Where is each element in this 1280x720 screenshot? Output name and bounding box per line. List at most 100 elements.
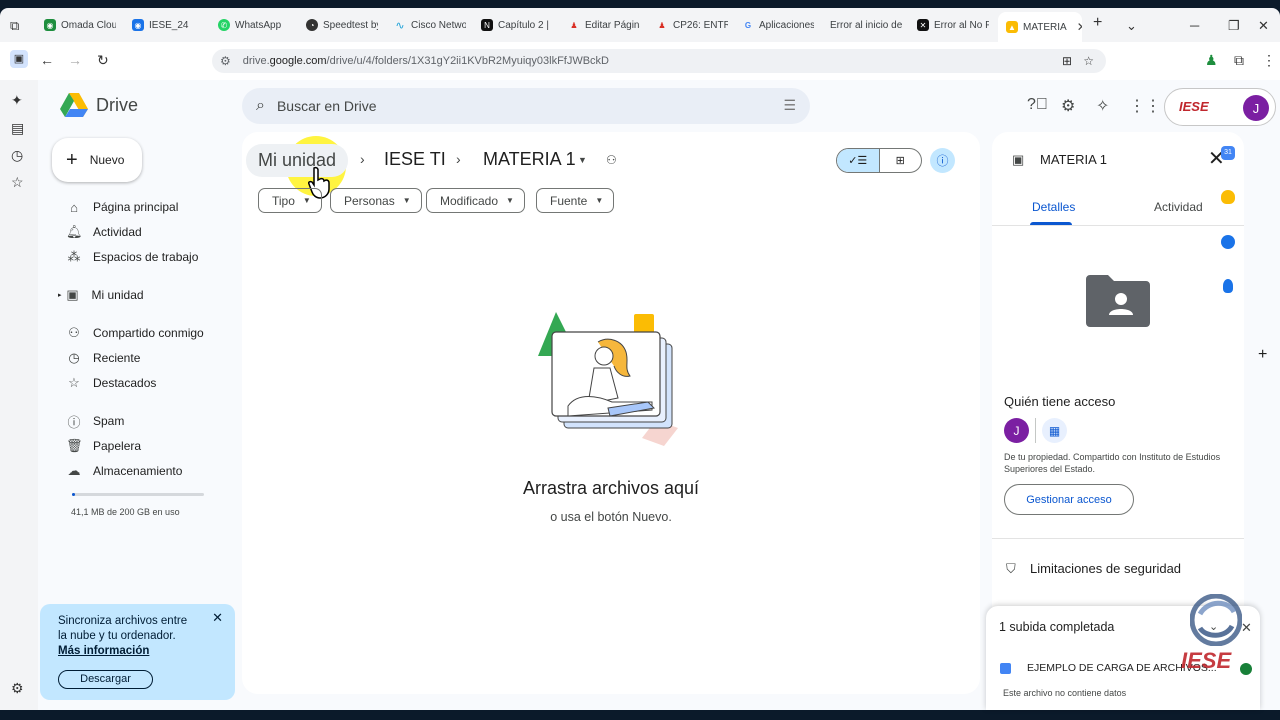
notion-icon: N: [481, 19, 493, 31]
browser-tab[interactable]: ◉ IESE_24: [132, 14, 212, 36]
breadcrumb-root[interactable]: Mi unidad: [246, 144, 349, 177]
browser-tab[interactable]: ♟ CP26: ENTRE: [656, 14, 728, 36]
close-icon[interactable]: ✕: [212, 610, 223, 625]
browser-tab[interactable]: G Aplicaciones: [742, 14, 814, 36]
browser-tab[interactable]: N Capítulo 2 | N: [481, 14, 551, 36]
download-button[interactable]: Descargar: [58, 670, 153, 689]
sidebar-toggle-icon[interactable]: ▣: [10, 50, 28, 68]
extensions-puzzle-icon[interactable]: ⧉: [1234, 52, 1244, 69]
close-tab-icon[interactable]: ✕: [1077, 20, 1082, 34]
account-switcher[interactable]: IESE J: [1164, 88, 1276, 126]
toast-note: Este archivo no contiene datos: [1003, 688, 1127, 698]
nav-trash[interactable]: 🗑︎ Papelera: [66, 436, 141, 456]
nav-starred[interactable]: ☆ Destacados: [66, 373, 156, 393]
tab-label: Cisco Netwo: [411, 19, 466, 31]
calendar-icon[interactable]: 31: [1221, 146, 1235, 160]
details-info-button[interactable]: ⓘ: [930, 148, 955, 173]
access-note: De tu propiedad. Compartido con Institut…: [1004, 452, 1221, 474]
browser-tab[interactable]: Error al inicio de: [830, 14, 902, 36]
nav-spam[interactable]: ⓘ Spam: [66, 411, 124, 431]
browser-menu-icon[interactable]: ⋮: [1262, 52, 1276, 69]
tab-activity[interactable]: Actividad: [1154, 200, 1203, 214]
avatar[interactable]: J: [1243, 95, 1269, 121]
organization-icon[interactable]: ▦: [1042, 418, 1067, 443]
keep-icon[interactable]: [1221, 190, 1235, 204]
caret-down-icon: ▼: [302, 196, 311, 205]
filter-people[interactable]: Personas ▼: [330, 188, 422, 213]
new-tab-icon[interactable]: +: [1093, 14, 1102, 32]
tab-details[interactable]: Detalles: [1032, 200, 1075, 214]
cisco-icon: ∿: [395, 19, 405, 32]
nav-shared[interactable]: ⚇ Compartido conmigo: [66, 323, 204, 343]
nav-workspaces[interactable]: ⁂ Espacios de trabajo: [66, 247, 199, 267]
tab-label: Aplicaciones: [759, 19, 814, 31]
address-bar[interactable]: ⚙ drive.google.com/drive/u/4/folders/1X3…: [212, 49, 1106, 73]
manage-access-button[interactable]: Gestionar acceso: [1004, 484, 1134, 515]
close-window-icon[interactable]: ✕: [1258, 18, 1269, 34]
back-icon[interactable]: ←: [40, 52, 54, 68]
filter-modified[interactable]: Modificado ▼: [426, 188, 525, 213]
extension-icon[interactable]: ♟: [1205, 52, 1218, 69]
settings-gear-icon[interactable]: ⚙: [11, 680, 24, 697]
iese-watermark-text: IESE: [1181, 648, 1232, 673]
drive-logo[interactable]: Drive: [60, 93, 138, 117]
filter-source[interactable]: Fuente ▼: [536, 188, 615, 213]
filter-label: Personas: [344, 193, 395, 208]
breadcrumb-current[interactable]: MATERIA 1: [483, 149, 576, 170]
ai-sparkle-icon[interactable]: ✦: [11, 92, 23, 109]
gemini-icon[interactable]: ✧: [1096, 96, 1109, 116]
search-placeholder: Buscar en Drive: [276, 98, 377, 114]
url-text: drive.google.com/drive/u/4/folders/1X31g…: [242, 55, 610, 67]
nav-recent[interactable]: ◷ Reciente: [66, 348, 140, 368]
grid-view-button[interactable]: ⊞: [880, 149, 922, 172]
settings-icon[interactable]: ⚙: [1061, 96, 1075, 116]
history-icon[interactable]: ◷: [11, 147, 23, 164]
add-app-icon[interactable]: +: [1258, 346, 1267, 364]
tab-actions-icon[interactable]: ⧉: [10, 18, 19, 34]
home-icon: ⌂: [70, 199, 78, 215]
browser-tab[interactable]: ✆ WhatsApp: [218, 14, 298, 36]
filter-type[interactable]: Tipo ▼: [258, 188, 322, 213]
nav-my-drive[interactable]: ▸ ▣ Mi unidad: [58, 285, 144, 305]
restore-icon[interactable]: ❐: [1228, 18, 1240, 34]
folder-menu-caret-icon[interactable]: ▼: [578, 155, 587, 165]
install-app-icon[interactable]: ⊞: [1062, 54, 1072, 68]
contacts-icon[interactable]: [1223, 279, 1233, 293]
browser-tab[interactable]: ∿ Cisco Netwo: [394, 14, 466, 36]
minimize-icon[interactable]: ─: [1190, 18, 1199, 33]
nav-label: Página principal: [93, 200, 179, 214]
iese-icon: ◉: [132, 19, 144, 31]
browser-tab-active[interactable]: ▲ MATERIA ✕: [998, 12, 1082, 42]
details-panel: ▣ MATERIA 1 ✕ Detalles Actividad Quién t…: [992, 132, 1244, 594]
close-toast-icon[interactable]: ✕: [1241, 620, 1252, 636]
main-panel: Mi unidad › IESE TI › MATERIA 1 ▼ ⚇ ✓☰ ⊞…: [242, 132, 980, 694]
forward-icon[interactable]: →: [68, 52, 82, 68]
nav-activity[interactable]: 🔔︎ Actividad: [66, 222, 142, 242]
reload-icon[interactable]: ↻: [97, 52, 109, 69]
spam-icon: ⓘ: [67, 414, 81, 430]
bookmark-star-icon[interactable]: ☆: [1083, 54, 1094, 68]
owner-avatar[interactable]: J: [1004, 418, 1029, 443]
new-button[interactable]: + Nuevo: [52, 138, 142, 182]
list-view-button[interactable]: ✓☰: [837, 149, 880, 172]
browser-tab[interactable]: ◔ Speedtest by: [306, 14, 378, 36]
nav-storage[interactable]: ☁ Almacenamiento: [66, 461, 183, 481]
breadcrumb-item[interactable]: IESE TI: [384, 149, 446, 170]
nav-home[interactable]: ⌂ Página principal: [66, 197, 178, 217]
tab-label: CP26: ENTRE: [673, 19, 728, 31]
site-info-icon[interactable]: ⚙: [220, 54, 231, 68]
browser-tab[interactable]: ♟ Editar Página: [568, 14, 640, 36]
browser-tab[interactable]: ✕ Error al No P: [917, 14, 989, 36]
search-options-icon[interactable]: ☰: [783, 97, 796, 114]
reading-list-icon[interactable]: ▤: [11, 120, 24, 137]
promo-learn-more-link[interactable]: Más información: [58, 644, 217, 659]
apps-grid-icon[interactable]: ⋮⋮: [1129, 96, 1161, 116]
help-icon[interactable]: ?⃝: [1027, 96, 1048, 114]
tasks-icon[interactable]: [1221, 235, 1235, 249]
expand-caret-icon[interactable]: ▸: [58, 291, 62, 299]
browser-tab[interactable]: ◉ Omada Clou: [44, 14, 116, 36]
tab-search-chevron-icon[interactable]: ⌄: [1126, 18, 1137, 34]
search-input[interactable]: ⌕ Buscar en Drive ☰: [242, 88, 810, 124]
favorites-star-icon[interactable]: ☆: [11, 174, 24, 191]
empty-folder-illustration: [538, 312, 678, 446]
